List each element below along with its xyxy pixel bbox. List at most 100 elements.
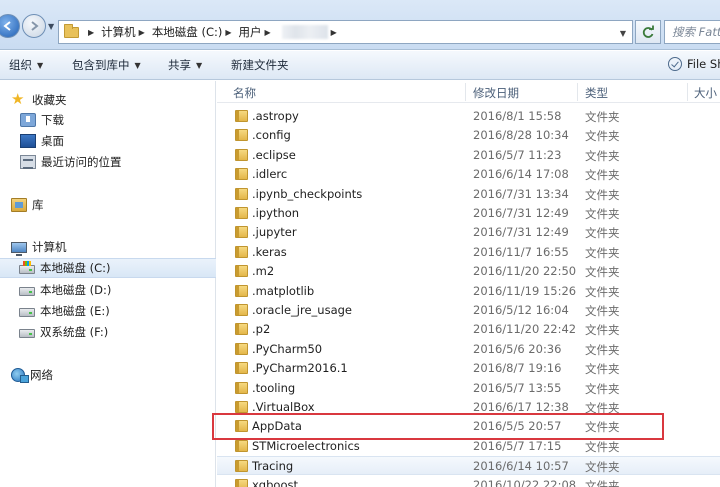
file-row[interactable]: .PyCharm50 2016/5/6 20:36 文件夹 — [217, 340, 720, 359]
column-divider[interactable] — [465, 83, 466, 101]
network-icon — [11, 368, 29, 383]
address-box[interactable]: ▶ 计算机 ▶ 本地磁盘 (C:) ▶ 用户 ▶ ▶ ▼ — [58, 20, 633, 44]
chevron-right-icon[interactable]: ▶ — [225, 28, 231, 37]
nav-computer[interactable]: 计算机 — [0, 237, 216, 257]
file-type: 文件夹 — [585, 245, 620, 260]
file-date: 2016/11/7 16:55 — [473, 244, 569, 259]
share-button[interactable]: 共享 ▼ — [168, 57, 202, 73]
chevron-down-icon: ▼ — [196, 60, 203, 70]
column-header-date[interactable]: 修改日期 — [473, 85, 519, 101]
file-type: 文件夹 — [585, 362, 620, 377]
file-share-button[interactable]: File Sh — [668, 57, 720, 71]
organize-button[interactable]: 组织 ▼ — [9, 57, 43, 73]
file-name: .PyCharm2016.1 — [252, 361, 348, 376]
download-folder-icon — [20, 113, 36, 127]
chevron-down-icon[interactable]: ▼ — [620, 29, 626, 38]
file-type: 文件夹 — [585, 439, 620, 454]
file-date: 2016/6/14 17:08 — [473, 167, 569, 182]
folder-icon — [235, 362, 248, 375]
file-row[interactable]: .idlerc 2016/6/14 17:08 文件夹 — [217, 165, 720, 184]
column-header-name[interactable]: 名称 — [233, 85, 256, 101]
breadcrumb-drive-c[interactable]: 本地磁盘 (C:) — [152, 24, 223, 40]
breadcrumb-computer[interactable]: 计算机 — [101, 24, 136, 40]
file-row[interactable]: .m2 2016/11/20 22:50 文件夹 — [217, 262, 720, 281]
include-library-button[interactable]: 包含到库中 ▼ — [72, 57, 141, 73]
file-date: 2016/11/20 22:50 — [473, 264, 577, 279]
folder-icon — [64, 23, 79, 38]
file-row[interactable]: .jupyter 2016/7/31 12:49 文件夹 — [217, 223, 720, 242]
file-name: .eclipse — [252, 147, 296, 162]
file-row[interactable]: .matplotlib 2016/11/19 15:26 文件夹 — [217, 282, 720, 301]
recent-pages-dropdown[interactable]: ▼ — [48, 22, 54, 31]
nav-drive-e[interactable]: 本地磁盘 (E:) — [0, 301, 216, 321]
file-row[interactable]: xgboost 2016/10/22 22:08 文件夹 — [217, 476, 720, 487]
column-divider[interactable] — [577, 83, 578, 101]
column-divider[interactable] — [687, 83, 688, 101]
nav-desktop[interactable]: 桌面 — [0, 131, 216, 151]
nav-drive-f[interactable]: 双系统盘 (F:) — [0, 322, 216, 342]
file-date: 2016/7/31 13:34 — [473, 186, 569, 201]
file-name: .VirtualBox — [252, 400, 315, 414]
chevron-right-icon[interactable]: ▶ — [139, 28, 145, 37]
organize-label: 组织 — [9, 58, 32, 72]
nav-drive-d[interactable]: 本地磁盘 (D:) — [0, 280, 216, 300]
folder-icon — [235, 187, 248, 200]
file-date: 2016/11/19 15:26 — [473, 283, 577, 298]
folder-icon — [235, 420, 248, 433]
file-row[interactable]: .oracle_jre_usage 2016/5/12 16:04 文件夹 — [217, 301, 720, 320]
breadcrumb-users[interactable]: 用户 — [239, 24, 262, 40]
nav-libraries[interactable]: 库 — [0, 195, 216, 215]
folder-icon — [235, 110, 248, 122]
file-type: 文件夹 — [585, 381, 620, 396]
file-row[interactable]: .ipython 2016/7/31 12:49 文件夹 — [217, 204, 720, 223]
file-type: 文件夹 — [585, 478, 620, 487]
file-share-label: File Sh — [687, 57, 720, 71]
file-row[interactable]: .ipynb_checkpoints 2016/7/31 13:34 文件夹 — [217, 185, 720, 204]
file-row[interactable]: .p2 2016/11/20 22:42 文件夹 — [217, 320, 720, 339]
file-row[interactable]: .eclipse 2016/5/7 11:23 文件夹 — [217, 146, 720, 165]
redacted-username — [281, 25, 328, 39]
chevron-down-icon: ▼ — [134, 60, 141, 70]
file-type: 文件夹 — [585, 148, 620, 163]
nav-drive-c[interactable]: 本地磁盘 (C:) — [0, 258, 216, 278]
chevron-down-icon: ▼ — [37, 60, 44, 70]
file-date: 2016/7/31 12:49 — [473, 225, 569, 240]
file-name: .jupyter — [252, 225, 297, 240]
search-input[interactable]: 搜索 Fatt — [664, 20, 720, 44]
nav-drive-e-label: 本地磁盘 (E:) — [40, 304, 110, 318]
file-type: 文件夹 — [585, 207, 620, 221]
file-date: 2016/6/17 12:38 — [473, 400, 569, 414]
folder-icon — [235, 401, 248, 413]
back-button[interactable] — [0, 14, 20, 38]
nav-network[interactable]: 网络 — [0, 365, 216, 385]
column-header-type[interactable]: 类型 — [585, 85, 608, 101]
share-label: 共享 — [168, 58, 191, 72]
file-row[interactable]: STMicroelectronics 2016/5/7 17:15 文件夹 — [217, 437, 720, 456]
nav-downloads[interactable]: 下载 — [0, 110, 216, 130]
nav-recent-places[interactable]: 最近访问的位置 — [0, 152, 216, 172]
file-name: .matplotlib — [252, 283, 315, 298]
folder-icon — [235, 460, 248, 473]
file-row[interactable]: .keras 2016/11/7 16:55 文件夹 — [217, 243, 720, 262]
file-row[interactable]: .tooling 2016/5/7 13:55 文件夹 — [217, 379, 720, 398]
nav-recent-label: 最近访问的位置 — [41, 155, 122, 169]
folder-icon — [235, 207, 248, 219]
chevron-right-icon[interactable]: ▶ — [88, 28, 94, 37]
file-row[interactable]: Tracing 2016/6/14 10:57 文件夹 — [217, 456, 720, 476]
system-drive-icon — [19, 261, 35, 274]
file-row[interactable]: .PyCharm2016.1 2016/8/7 19:16 文件夹 — [217, 359, 720, 378]
chevron-right-icon[interactable]: ▶ — [265, 28, 271, 37]
refresh-button[interactable] — [635, 20, 661, 44]
file-type: 文件夹 — [585, 323, 620, 338]
chevron-right-icon[interactable]: ▶ — [331, 28, 337, 37]
file-name: .m2 — [252, 264, 275, 279]
forward-button[interactable] — [22, 14, 46, 38]
column-header-size[interactable]: 大小 — [694, 85, 717, 101]
file-row[interactable]: AppData 2016/5/5 20:57 文件夹 — [217, 417, 720, 436]
new-folder-button[interactable]: 新建文件夹 — [231, 57, 289, 73]
file-row[interactable]: .VirtualBox 2016/6/17 12:38 文件夹 — [217, 398, 720, 417]
file-row[interactable]: .config 2016/8/28 10:34 文件夹 — [217, 126, 720, 145]
folder-icon — [235, 381, 248, 394]
file-row[interactable]: .astropy 2016/8/1 15:58 文件夹 — [217, 107, 720, 126]
nav-favorites[interactable]: 收藏夹 — [0, 90, 216, 110]
